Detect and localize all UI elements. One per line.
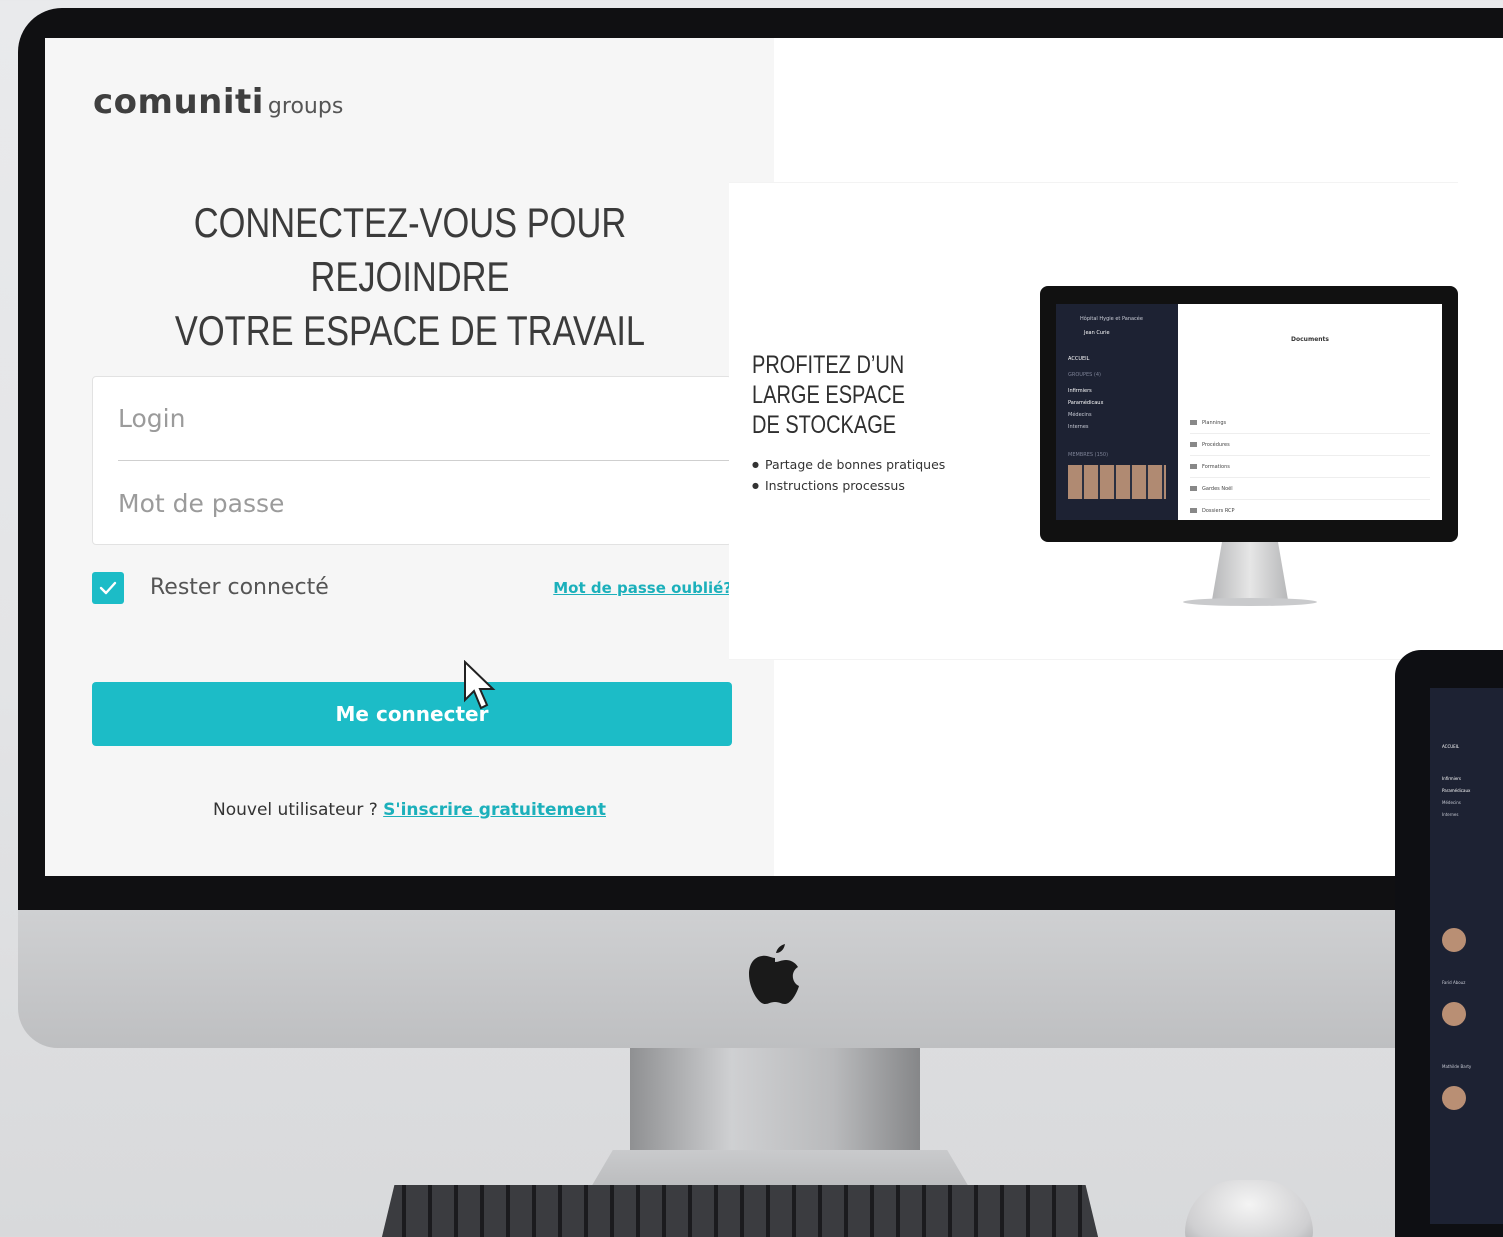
d2-home: ACCUEIL — [1442, 744, 1460, 749]
mini-members-header: MEMBRES (150) — [1068, 452, 1109, 458]
folder-icon — [1190, 442, 1197, 447]
mini-table-row: Gardes Noël — [1190, 478, 1430, 500]
mini-group-item: Médecins — [1068, 412, 1092, 418]
mini-row-name: Plannings — [1202, 419, 1227, 426]
mini-row-name: Gardes Noël — [1202, 485, 1233, 492]
comuniti-logo: comuniti groups — [93, 82, 343, 122]
login-panel: comuniti groups CONNECTEZ-VOUS POUR REJOI… — [45, 38, 774, 876]
promo-bullet: Instructions processus — [752, 475, 945, 496]
d2-person: Farid Abouz — [1442, 980, 1466, 985]
checkmark-icon — [99, 581, 117, 595]
d2-avatar — [1442, 928, 1466, 952]
second-device-screen: ACCUEIL Infirmiers Paramédicaux Médecins… — [1430, 688, 1503, 1224]
page-heading: CONNECTEZ-VOUS POUR REJOINDRE VOTRE ESPA… — [135, 196, 684, 358]
folder-icon — [1190, 508, 1197, 513]
mini-row-name: Dossiers RCP — [1202, 507, 1235, 514]
forgot-password-link[interactable]: Mot de passe oublié? — [553, 576, 732, 600]
mini-member-avatars — [1068, 465, 1166, 499]
mini-table-row: Plannings — [1190, 412, 1430, 434]
mini-group-item: Internes — [1068, 424, 1089, 430]
remember-checkbox[interactable] — [92, 572, 124, 604]
mini-group-item: Paramédicaux — [1068, 400, 1104, 406]
heading-line-1: CONNECTEZ-VOUS POUR REJOINDRE — [193, 199, 627, 300]
heading-line-2: VOTRE ESPACE DE TRAVAIL — [174, 307, 646, 354]
imac-stand-neck — [630, 1048, 920, 1158]
mini-user: Jean Curie — [1084, 330, 1110, 336]
folder-icon — [1190, 486, 1197, 491]
mini-groups-header: GROUPES (4) — [1068, 372, 1101, 378]
logo-main: comuniti — [93, 82, 264, 122]
login-input[interactable]: Login — [118, 377, 733, 461]
mini-main: Documents Plannings Procédures Formation… — [1178, 304, 1442, 520]
promo-bullet: Partage de bonnes pratiques — [752, 454, 945, 475]
mini-page-title: Documents — [1291, 336, 1329, 343]
promo-bullets: Partage de bonnes pratiques Instructions… — [752, 454, 945, 496]
d2-avatar — [1442, 1002, 1466, 1026]
mouse-cursor-icon — [464, 660, 496, 710]
mini-table-row: Procédures — [1190, 434, 1430, 456]
mini-group-item: Infirmiers — [1068, 388, 1092, 394]
password-input[interactable]: Mot de passe — [118, 461, 733, 545]
promo-title-line-2: LARGE ESPACE — [752, 381, 906, 409]
mini-table-row: Formations — [1190, 456, 1430, 478]
promo-title-line-1: PROFITEZ D’UN — [752, 351, 905, 379]
mini-sidebar: Hôpital Hygie et Panacée Jean Curie ACCU… — [1056, 304, 1178, 520]
remember-label: Rester connecté — [150, 575, 329, 600]
mini-row-name: Procédures — [1202, 441, 1230, 448]
d2-avatar — [1442, 1086, 1466, 1110]
login-form: Login Mot de passe — [92, 376, 733, 545]
promo-title: PROFITEZ D’UN LARGE ESPACE DE STOCKAGE — [752, 350, 920, 440]
d2-group-item: Médecins — [1442, 800, 1461, 805]
connect-button[interactable]: Me connecter — [92, 682, 732, 746]
promo-title-line-3: DE STOCKAGE — [752, 411, 897, 439]
keyboard — [380, 1185, 1100, 1237]
signup-line: Nouvel utilisateur ? S'inscrire gratuite… — [45, 800, 774, 820]
mini-home: ACCUEIL — [1068, 356, 1090, 362]
signup-link[interactable]: S'inscrire gratuitement — [383, 800, 606, 820]
logo-sub: groups — [267, 94, 344, 119]
d2-group-item: Paramédicaux — [1442, 788, 1471, 793]
d2-group-item: Internes — [1442, 812, 1459, 817]
mini-table-row: Dossiers RCP — [1190, 500, 1430, 520]
mini-app-screen: Hôpital Hygie et Panacée Jean Curie ACCU… — [1056, 304, 1442, 520]
mouse — [1185, 1180, 1313, 1237]
mini-row-name: Formations — [1202, 463, 1230, 470]
mini-monitor-foot — [1183, 598, 1317, 606]
folder-icon — [1190, 464, 1197, 469]
d2-group-item: Infirmiers — [1442, 776, 1462, 781]
d2-person: Mathilde Barty — [1442, 1064, 1472, 1069]
apple-logo-icon — [749, 944, 799, 1004]
mini-org-name: Hôpital Hygie et Panacée — [1080, 316, 1143, 322]
folder-icon — [1190, 420, 1197, 425]
signup-prefix: Nouvel utilisateur ? — [213, 800, 378, 820]
